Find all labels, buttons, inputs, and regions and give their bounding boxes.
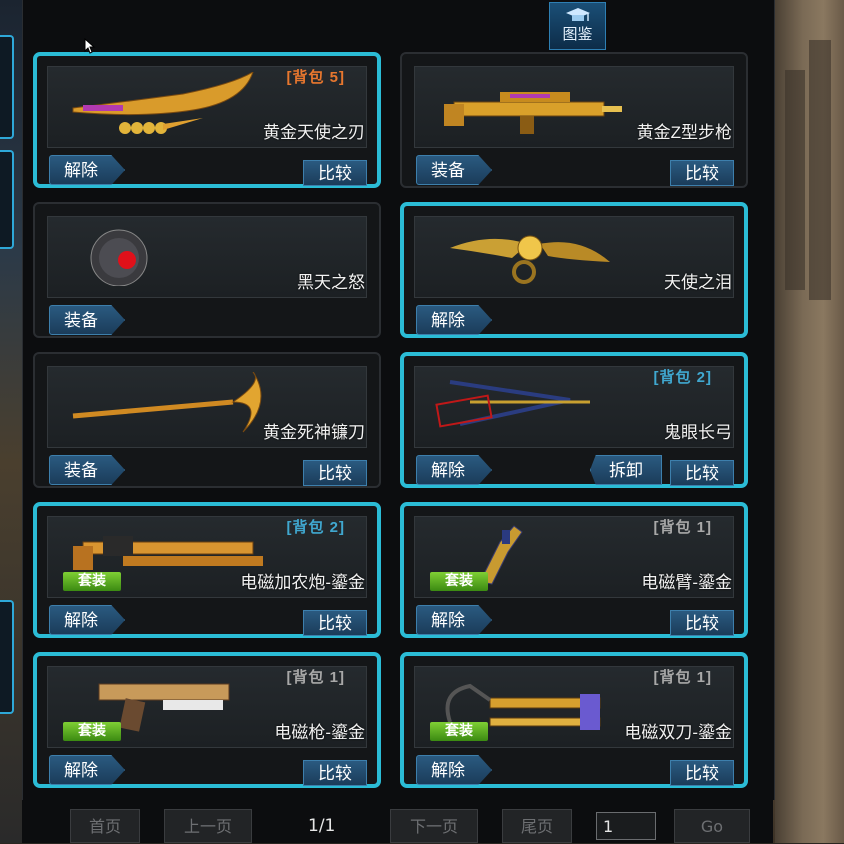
equip-button[interactable]: 装备	[49, 455, 125, 485]
unequip-button[interactable]: 解除	[416, 605, 492, 635]
item-card[interactable]: 背包 1 套装 电磁臂-鎏金 解除 比较	[400, 502, 748, 638]
compare-button[interactable]: 比较	[670, 610, 734, 636]
item-name: 电磁加农炮-鎏金	[240, 573, 365, 592]
compare-button[interactable]: 比较	[670, 760, 734, 786]
graduation-cap-icon	[565, 8, 590, 21]
suit-badge: 套装	[63, 722, 121, 741]
pagination-bar: 首页 上一页 1/1 下一页 尾页 Go	[22, 800, 773, 843]
first-page-button[interactable]: 首页	[70, 809, 140, 843]
item-card[interactable]: 背包 2 套装 电磁加农炮-鎏金 解除 比较	[33, 502, 381, 638]
suit-badge: 套装	[430, 572, 488, 591]
compare-button[interactable]: 比较	[303, 760, 367, 786]
left-sidebar-edge	[0, 0, 22, 843]
suit-badge: 套装	[430, 722, 488, 741]
compare-button[interactable]: 比较	[670, 160, 734, 186]
item-name: 黄金Z型步枪	[636, 123, 732, 142]
item-name: 黑天之怒	[297, 273, 365, 292]
page-indicator: 1/1	[308, 816, 336, 836]
unequip-button[interactable]: 解除	[416, 305, 492, 335]
bag-badge: 背包 1	[282, 666, 349, 687]
unequip-button[interactable]: 解除	[49, 155, 125, 185]
bag-badge: 背包 1	[649, 666, 716, 687]
item-name: 黄金死神镰刀	[263, 423, 365, 442]
item-card[interactable]: 背包 1 套装 电磁双刀-鎏金 解除 比较	[400, 652, 748, 788]
golden-rifle-icon	[444, 92, 622, 134]
item-card[interactable]: 背包 1 套装 电磁枪-鎏金 解除 比较	[33, 652, 381, 788]
next-page-button[interactable]: 下一页	[390, 809, 478, 843]
unequip-button[interactable]: 解除	[49, 755, 125, 785]
compare-button[interactable]: 比较	[670, 460, 734, 486]
item-card[interactable]: 黑天之怒 装备	[33, 202, 381, 338]
equip-button[interactable]: 装备	[49, 305, 125, 335]
item-card[interactable]: 天使之泪 解除	[400, 202, 748, 338]
prev-page-button[interactable]: 上一页	[164, 809, 252, 843]
winged-ring-icon	[450, 235, 610, 284]
longbow-icon	[435, 380, 590, 428]
item-card[interactable]: 背包 5 黄金天使之刃 解除 比较	[33, 52, 381, 188]
left-tab[interactable]	[0, 150, 14, 249]
item-name: 电磁双刀-鎏金	[624, 723, 732, 742]
gallery-label: 图鉴	[562, 25, 593, 43]
suit-badge: 套装	[63, 572, 121, 591]
left-tab[interactable]	[0, 600, 14, 714]
mouse-cursor-icon	[84, 38, 96, 54]
unequip-button[interactable]: 解除	[49, 605, 125, 635]
unequip-button[interactable]: 解除	[416, 455, 492, 485]
dismantle-button[interactable]: 拆卸	[590, 455, 662, 485]
item-name: 电磁枪-鎏金	[274, 723, 365, 742]
background-city	[775, 0, 844, 843]
bag-badge: 背包 2	[649, 366, 716, 387]
item-card[interactable]: 背包 2 鬼眼长弓 解除 拆卸 比较	[400, 352, 748, 488]
golden-blade-icon	[72, 72, 254, 134]
bag-badge: 背包 1	[649, 516, 716, 537]
equip-button[interactable]: 装备	[416, 155, 492, 185]
page-number-input[interactable]	[596, 812, 656, 840]
compare-button[interactable]: 比较	[303, 610, 367, 636]
unequip-button[interactable]: 解除	[416, 755, 492, 785]
item-card[interactable]: 黄金Z型步枪 装备 比较	[400, 52, 748, 188]
gallery-button[interactable]: 图鉴	[549, 2, 606, 50]
dark-orb-icon	[90, 229, 148, 286]
item-name: 电磁臂-鎏金	[641, 573, 732, 592]
go-button[interactable]: Go	[674, 809, 750, 843]
bag-badge: 背包 5	[282, 66, 349, 87]
last-page-button[interactable]: 尾页	[502, 809, 572, 843]
golden-scythe-icon	[72, 372, 262, 433]
compare-button[interactable]: 比较	[303, 160, 367, 186]
item-name: 天使之泪	[664, 273, 732, 292]
item-card[interactable]: 黄金死神镰刀 装备 比较	[33, 352, 381, 488]
left-tab[interactable]	[0, 35, 14, 139]
item-name: 鬼眼长弓	[664, 423, 732, 442]
item-name: 黄金天使之刃	[263, 123, 365, 142]
compare-button[interactable]: 比较	[303, 460, 367, 486]
bag-badge: 背包 2	[282, 516, 349, 537]
